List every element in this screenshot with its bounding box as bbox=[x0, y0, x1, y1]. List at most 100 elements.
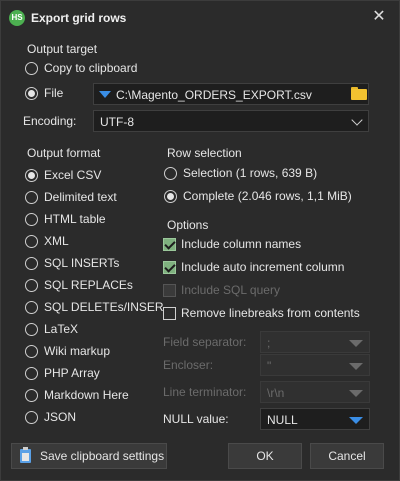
format-radio-html-table[interactable]: HTML table bbox=[25, 210, 106, 228]
format-label: Delimited text bbox=[44, 190, 117, 204]
null-value-label: NULL value: bbox=[163, 412, 229, 426]
encloser-label: Encloser: bbox=[163, 358, 214, 372]
radio-indicator bbox=[25, 322, 38, 336]
save-clipboard-settings-button[interactable]: Save clipboard settings bbox=[11, 443, 167, 469]
export-dialog: HS Export grid rows ✕ Output target Copy… bbox=[0, 0, 400, 481]
chevron-down-icon bbox=[351, 114, 363, 126]
output-target-label: Output target bbox=[27, 42, 98, 56]
checkbox-indicator bbox=[163, 260, 176, 274]
radio-indicator bbox=[25, 212, 38, 226]
close-icon: ✕ bbox=[372, 8, 386, 25]
remove-linebreaks-label: Remove linebreaks from contents bbox=[181, 306, 360, 320]
remove-linebreaks-checkbox[interactable]: Remove linebreaks from contents bbox=[163, 304, 360, 322]
row-selection-label: Row selection bbox=[167, 146, 242, 160]
radio-indicator bbox=[25, 256, 38, 270]
null-value-select[interactable]: NULL bbox=[260, 408, 370, 430]
format-radio-excel-csv[interactable]: Excel CSV bbox=[25, 166, 101, 184]
format-label: PHP Array bbox=[44, 366, 100, 380]
line-terminator-value: \r\n bbox=[267, 386, 285, 400]
cancel-label: Cancel bbox=[328, 449, 366, 463]
radio-indicator bbox=[164, 189, 177, 203]
encloser-select[interactable]: " bbox=[260, 354, 370, 376]
include-auto-increment-checkbox[interactable]: Include auto increment column bbox=[163, 258, 344, 276]
field-separator-select[interactable]: ; bbox=[260, 331, 370, 353]
include-column-names-checkbox[interactable]: Include column names bbox=[163, 235, 301, 253]
file-path-input[interactable]: C:\Magento_ORDERS_EXPORT.csv bbox=[93, 83, 369, 105]
window-title: Export grid rows bbox=[31, 11, 127, 25]
format-label: SQL INSERTs bbox=[44, 256, 120, 270]
output-format-label: Output format bbox=[27, 146, 101, 160]
radio-indicator bbox=[25, 61, 38, 75]
include-sql-query-checkbox[interactable]: Include SQL query bbox=[163, 281, 280, 299]
format-label: SQL REPLACEs bbox=[44, 278, 133, 292]
format-label: SQL DELETEs/INSER bbox=[44, 300, 164, 314]
format-label: Wiki markup bbox=[44, 344, 111, 358]
complete-label: Complete (2.046 rows, 1,1 MiB) bbox=[183, 189, 352, 203]
encloser-value: " bbox=[267, 359, 272, 373]
checkbox-indicator bbox=[163, 283, 176, 297]
file-dropdown-icon[interactable] bbox=[99, 91, 111, 98]
save-clipboard-settings-label: Save clipboard settings bbox=[40, 449, 165, 463]
encoding-select[interactable]: UTF-8 bbox=[93, 110, 369, 132]
dropdown-arrow-icon bbox=[349, 363, 363, 370]
cancel-button[interactable]: Cancel bbox=[310, 443, 384, 469]
format-radio-sql-deletes-inser[interactable]: SQL DELETEs/INSER bbox=[25, 298, 164, 316]
format-radio-markdown-here[interactable]: Markdown Here bbox=[25, 386, 129, 404]
heidisql-app-icon: HS bbox=[9, 10, 25, 26]
format-radio-wiki-markup[interactable]: Wiki markup bbox=[25, 342, 110, 360]
format-radio-xml[interactable]: XML bbox=[25, 232, 69, 250]
clipboard-icon bbox=[20, 447, 31, 463]
ok-label: OK bbox=[256, 449, 274, 463]
dropdown-arrow-icon bbox=[349, 390, 363, 397]
format-radio-delimited-text[interactable]: Delimited text bbox=[25, 188, 117, 206]
close-button[interactable]: ✕ bbox=[369, 7, 389, 27]
copy-to-clipboard-label: Copy to clipboard bbox=[44, 61, 138, 75]
file-radio[interactable]: File bbox=[25, 84, 63, 102]
format-label: Markdown Here bbox=[44, 388, 129, 402]
format-label: HTML table bbox=[44, 212, 106, 226]
complete-radio[interactable]: Complete (2.046 rows, 1,1 MiB) bbox=[164, 187, 352, 205]
file-label: File bbox=[44, 86, 64, 100]
radio-indicator bbox=[25, 366, 38, 380]
format-label: LaTeX bbox=[44, 322, 79, 336]
include-sql-query-label: Include SQL query bbox=[181, 283, 280, 297]
line-terminator-label: Line terminator: bbox=[163, 385, 247, 399]
radio-indicator bbox=[25, 300, 38, 314]
include-auto-increment-label: Include auto increment column bbox=[181, 260, 345, 274]
checkbox-indicator bbox=[163, 306, 176, 320]
radio-indicator bbox=[164, 166, 177, 180]
null-value-value: NULL bbox=[267, 413, 298, 427]
radio-indicator bbox=[25, 190, 38, 204]
include-column-names-label: Include column names bbox=[181, 237, 302, 251]
selection-radio[interactable]: Selection (1 rows, 639 B) bbox=[164, 164, 317, 182]
encoding-value: UTF-8 bbox=[100, 115, 134, 129]
file-path-value: C:\Magento_ORDERS_EXPORT.csv bbox=[116, 88, 312, 102]
selection-label: Selection (1 rows, 639 B) bbox=[183, 166, 318, 180]
line-terminator-select[interactable]: \r\n bbox=[260, 381, 370, 403]
copy-to-clipboard-radio[interactable]: Copy to clipboard bbox=[25, 59, 137, 77]
format-radio-php-array[interactable]: PHP Array bbox=[25, 364, 100, 382]
format-label: JSON bbox=[44, 410, 77, 424]
dropdown-arrow-icon bbox=[349, 340, 363, 347]
format-label: Excel CSV bbox=[44, 168, 102, 182]
folder-icon[interactable] bbox=[351, 87, 367, 100]
ok-button[interactable]: OK bbox=[228, 443, 302, 469]
options-label: Options bbox=[167, 218, 209, 232]
radio-indicator bbox=[25, 168, 38, 182]
encoding-label: Encoding: bbox=[23, 114, 77, 128]
format-radio-sql-replaces[interactable]: SQL REPLACEs bbox=[25, 276, 133, 294]
radio-indicator bbox=[25, 344, 38, 358]
radio-indicator bbox=[25, 234, 38, 248]
format-radio-json[interactable]: JSON bbox=[25, 408, 76, 426]
format-radio-latex[interactable]: LaTeX bbox=[25, 320, 78, 338]
radio-indicator bbox=[25, 86, 38, 100]
radio-indicator bbox=[25, 388, 38, 402]
format-label: XML bbox=[44, 234, 69, 248]
radio-indicator bbox=[25, 410, 38, 424]
title-bar: HS Export grid rows ✕ bbox=[1, 1, 399, 35]
radio-indicator bbox=[25, 278, 38, 292]
dropdown-arrow-icon bbox=[349, 417, 363, 424]
field-separator-label: Field separator: bbox=[163, 335, 247, 349]
format-radio-sql-inserts[interactable]: SQL INSERTs bbox=[25, 254, 119, 272]
checkbox-indicator bbox=[163, 237, 176, 251]
